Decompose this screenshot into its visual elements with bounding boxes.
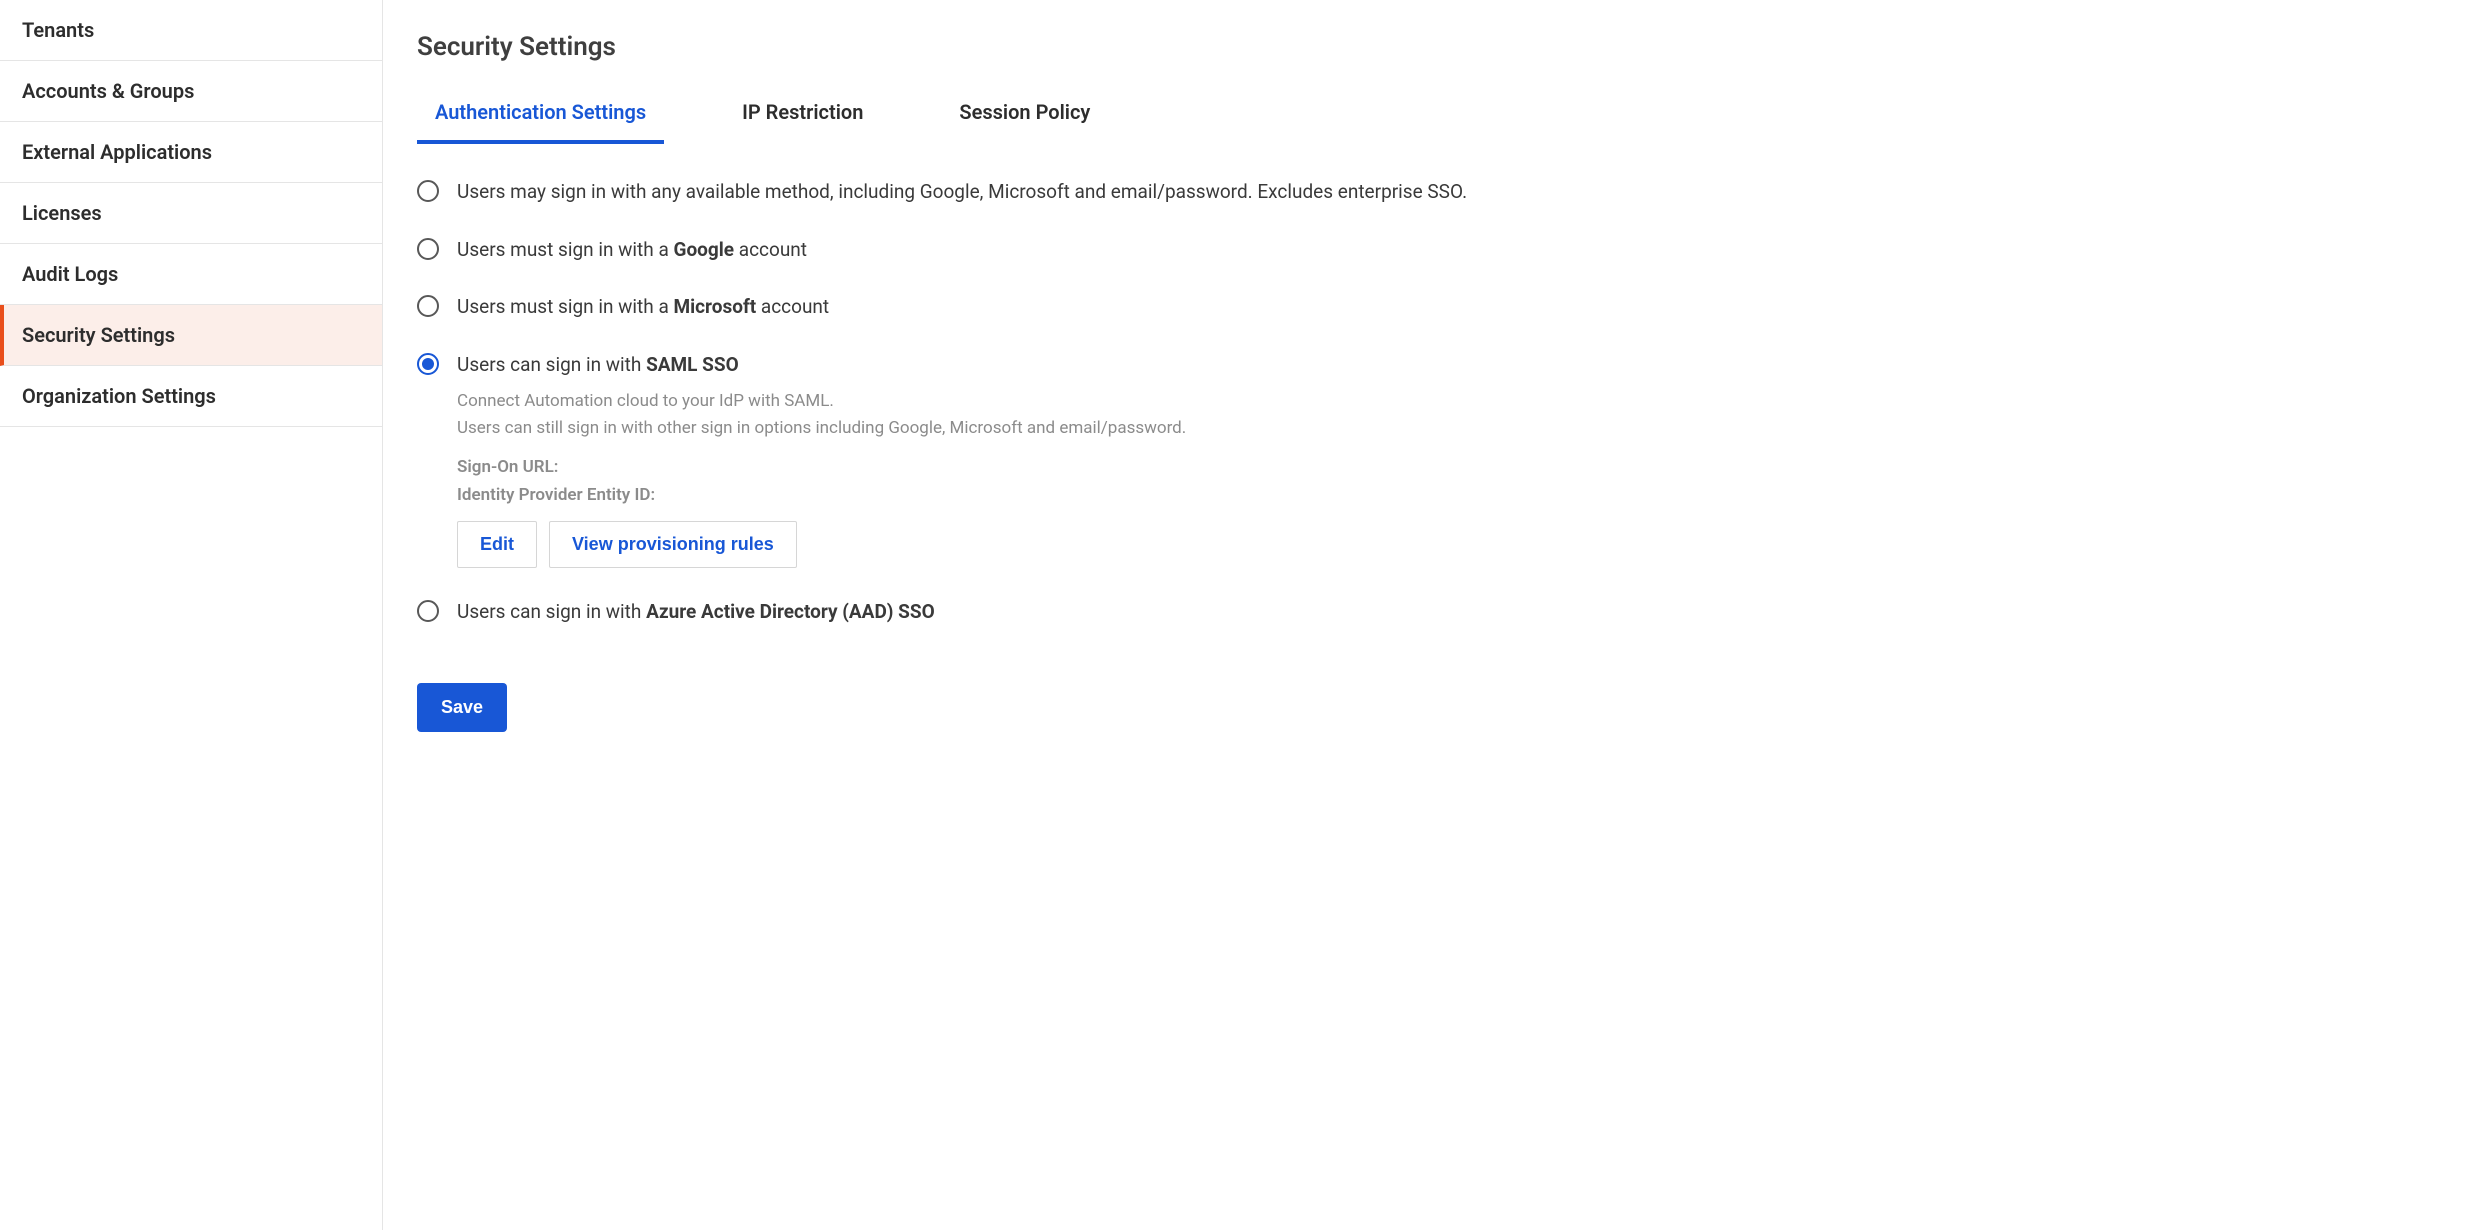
save-row: Save: [417, 683, 2450, 732]
app-layout: Tenants Accounts & Groups External Appli…: [0, 0, 2484, 1230]
option-any-label: Users may sign in with any available met…: [457, 178, 1467, 206]
edit-button[interactable]: Edit: [457, 521, 537, 568]
tab-ip-restriction[interactable]: IP Restriction: [724, 100, 881, 142]
option-saml-bold: SAML SSO: [646, 353, 739, 376]
option-saml-desc1: Connect Automation cloud to your IdP wit…: [457, 388, 1186, 415]
radio-microsoft[interactable]: [417, 295, 439, 317]
tab-authentication-settings[interactable]: Authentication Settings: [417, 100, 664, 142]
option-aad-prefix: Users can sign in with: [457, 600, 646, 623]
sidebar-item-security-settings[interactable]: Security Settings: [0, 305, 382, 366]
option-microsoft: Users must sign in with a Microsoft acco…: [417, 293, 2450, 321]
option-saml-prefix: Users can sign in with: [457, 353, 646, 376]
option-microsoft-label: Users must sign in with a Microsoft acco…: [457, 293, 829, 321]
tabs-bar: Authentication Settings IP Restriction S…: [417, 100, 2450, 142]
option-aad: Users can sign in with Azure Active Dire…: [417, 598, 2450, 626]
sidebar-item-accounts-groups[interactable]: Accounts & Groups: [0, 61, 382, 122]
save-button[interactable]: Save: [417, 683, 507, 732]
option-saml-desc2: Users can still sign in with other sign …: [457, 415, 1186, 442]
sidebar-item-audit-logs[interactable]: Audit Logs: [0, 244, 382, 305]
tab-session-policy[interactable]: Session Policy: [941, 100, 1108, 142]
option-any-method: Users may sign in with any available met…: [417, 178, 2450, 206]
signon-url-label: Sign-On URL:: [457, 457, 1186, 477]
option-aad-bold: Azure Active Directory (AAD) SSO: [646, 600, 935, 623]
option-aad-label: Users can sign in with Azure Active Dire…: [457, 598, 935, 626]
option-google-bold: Google: [674, 238, 735, 261]
sidebar-item-organization-settings[interactable]: Organization Settings: [0, 366, 382, 427]
entity-id-label: Identity Provider Entity ID:: [457, 485, 1186, 505]
option-saml-details: Connect Automation cloud to your IdP wit…: [457, 388, 1186, 442]
radio-google[interactable]: [417, 238, 439, 260]
sidebar-item-external-applications[interactable]: External Applications: [0, 122, 382, 183]
option-saml: Users can sign in with SAML SSO Connect …: [417, 351, 2450, 568]
option-microsoft-bold: Microsoft: [674, 295, 757, 318]
option-microsoft-suffix: account: [756, 295, 829, 318]
auth-options: Users may sign in with any available met…: [417, 178, 2450, 625]
radio-any-method[interactable]: [417, 180, 439, 202]
option-google-suffix: account: [734, 238, 807, 261]
radio-aad[interactable]: [417, 600, 439, 622]
option-google-label: Users must sign in with a Google account: [457, 236, 807, 264]
option-saml-fields: Sign-On URL: Identity Provider Entity ID…: [457, 457, 1186, 505]
option-saml-label: Users can sign in with SAML SSO: [457, 351, 1186, 379]
sidebar: Tenants Accounts & Groups External Appli…: [0, 0, 383, 1230]
view-provisioning-rules-button[interactable]: View provisioning rules: [549, 521, 797, 568]
sidebar-item-tenants[interactable]: Tenants: [0, 0, 382, 61]
radio-saml[interactable]: [417, 353, 439, 375]
option-microsoft-prefix: Users must sign in with a: [457, 295, 674, 318]
main-content: Security Settings Authentication Setting…: [383, 0, 2484, 1230]
option-google: Users must sign in with a Google account: [417, 236, 2450, 264]
option-saml-buttons: Edit View provisioning rules: [457, 521, 1186, 568]
sidebar-item-licenses[interactable]: Licenses: [0, 183, 382, 244]
option-google-prefix: Users must sign in with a: [457, 238, 674, 261]
page-title: Security Settings: [417, 32, 2450, 62]
